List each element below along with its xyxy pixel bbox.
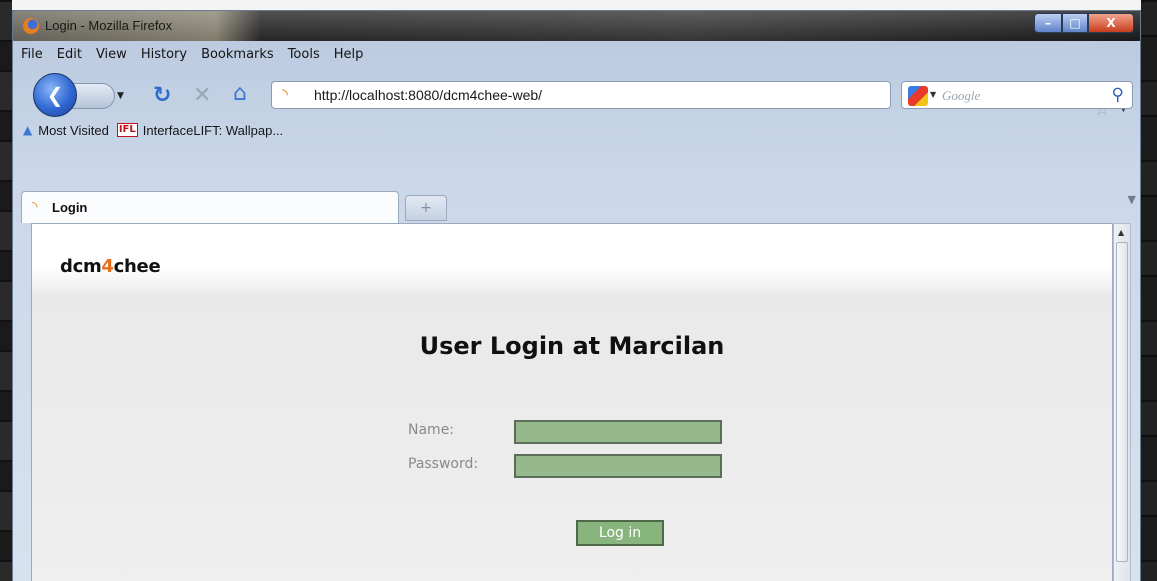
tab-login[interactable]: ◝ Login	[21, 191, 399, 223]
window-title: Login - Mozilla Firefox	[45, 18, 173, 33]
navigation-toolbar: ❮ ▼ ↻ ✕ ⌂ ◝ http://localhost:8080/dcm4ch…	[13, 67, 1140, 120]
back-button[interactable]: ❮	[33, 73, 77, 117]
menu-view[interactable]: View	[96, 47, 127, 62]
brand-4: 4	[101, 256, 114, 277]
most-visited-icon: ▲	[23, 123, 33, 137]
bookmark-most-visited[interactable]: Most Visited	[38, 123, 109, 138]
page-loading-icon: ◝	[282, 85, 288, 103]
search-engine-dropdown-icon[interactable]: ▼	[930, 90, 936, 99]
binder-edge-left	[0, 0, 12, 581]
search-icon[interactable]: ⚲	[1112, 85, 1124, 105]
tab-strip: ◝ Login + ▼	[13, 185, 1140, 223]
minimize-button[interactable]: –	[1034, 13, 1062, 33]
maximize-button[interactable]: □	[1062, 13, 1088, 33]
tab-label: Login	[52, 200, 88, 215]
title-bar-shine	[13, 11, 1140, 41]
close-button[interactable]: X	[1088, 13, 1134, 33]
tab-loading-icon: ◝	[32, 199, 38, 215]
window-controls: – □ X	[1034, 13, 1134, 33]
menu-help[interactable]: Help	[334, 47, 364, 62]
menu-edit[interactable]: Edit	[57, 47, 82, 62]
back-arrow-icon: ❮	[46, 83, 64, 107]
reload-icon[interactable]: ↻	[153, 83, 171, 108]
new-tab-button[interactable]: +	[405, 195, 447, 221]
history-dropdown-icon[interactable]: ▼	[117, 91, 124, 101]
search-bar[interactable]: ▼ Google ⚲	[901, 81, 1133, 109]
google-logo-icon[interactable]	[908, 86, 928, 106]
search-placeholder[interactable]: Google	[942, 88, 980, 104]
browser-window: Login - Mozilla Firefox – □ X File Edit …	[12, 10, 1141, 581]
name-label: Name:	[408, 422, 455, 438]
menu-bookmarks[interactable]: Bookmarks	[201, 47, 274, 62]
vertical-scrollbar[interactable]: ▲	[1113, 223, 1131, 581]
home-icon[interactable]: ⌂	[233, 81, 247, 106]
password-field[interactable]	[514, 454, 722, 478]
interfacelift-icon: IFL	[116, 123, 138, 137]
brand-prefix: dcm	[60, 256, 102, 277]
tab-list-icon[interactable]: ▼	[1128, 193, 1136, 206]
scroll-thumb[interactable]	[1116, 242, 1128, 562]
bookmarks-toolbar: ▲ Most Visited IFL InterfaceLIFT: Wallpa…	[13, 117, 1140, 143]
page-header: dcm4chee	[32, 224, 1112, 294]
scroll-up-icon[interactable]: ▲	[1118, 228, 1124, 237]
stop-icon[interactable]: ✕	[193, 83, 211, 108]
url-text[interactable]: http://localhost:8080/dcm4chee-web/	[314, 87, 542, 103]
menu-bar: File Edit View History Bookmarks Tools H…	[13, 43, 377, 65]
password-label: Password:	[408, 456, 479, 472]
url-bar[interactable]: ◝ http://localhost:8080/dcm4chee-web/ ☆ …	[271, 81, 1127, 120]
title-bar: Login - Mozilla Firefox – □ X	[13, 11, 1140, 41]
brand-suffix: chee	[113, 256, 161, 277]
login-title: User Login at Marcilan	[419, 332, 725, 360]
name-field[interactable]	[514, 420, 722, 444]
menu-file[interactable]: File	[21, 47, 43, 62]
login-button[interactable]: Log in	[576, 520, 664, 546]
page-content: dcm4chee User Login at Marcilan Name: Pa…	[31, 223, 1113, 581]
binder-edge-right	[1141, 0, 1157, 581]
dcm4chee-logo: dcm4chee	[60, 256, 161, 277]
menu-tools[interactable]: Tools	[288, 47, 320, 62]
firefox-logo-icon	[23, 18, 39, 34]
bookmark-interfacelift[interactable]: InterfaceLIFT: Wallpap...	[143, 123, 283, 138]
menu-history[interactable]: History	[141, 47, 187, 62]
